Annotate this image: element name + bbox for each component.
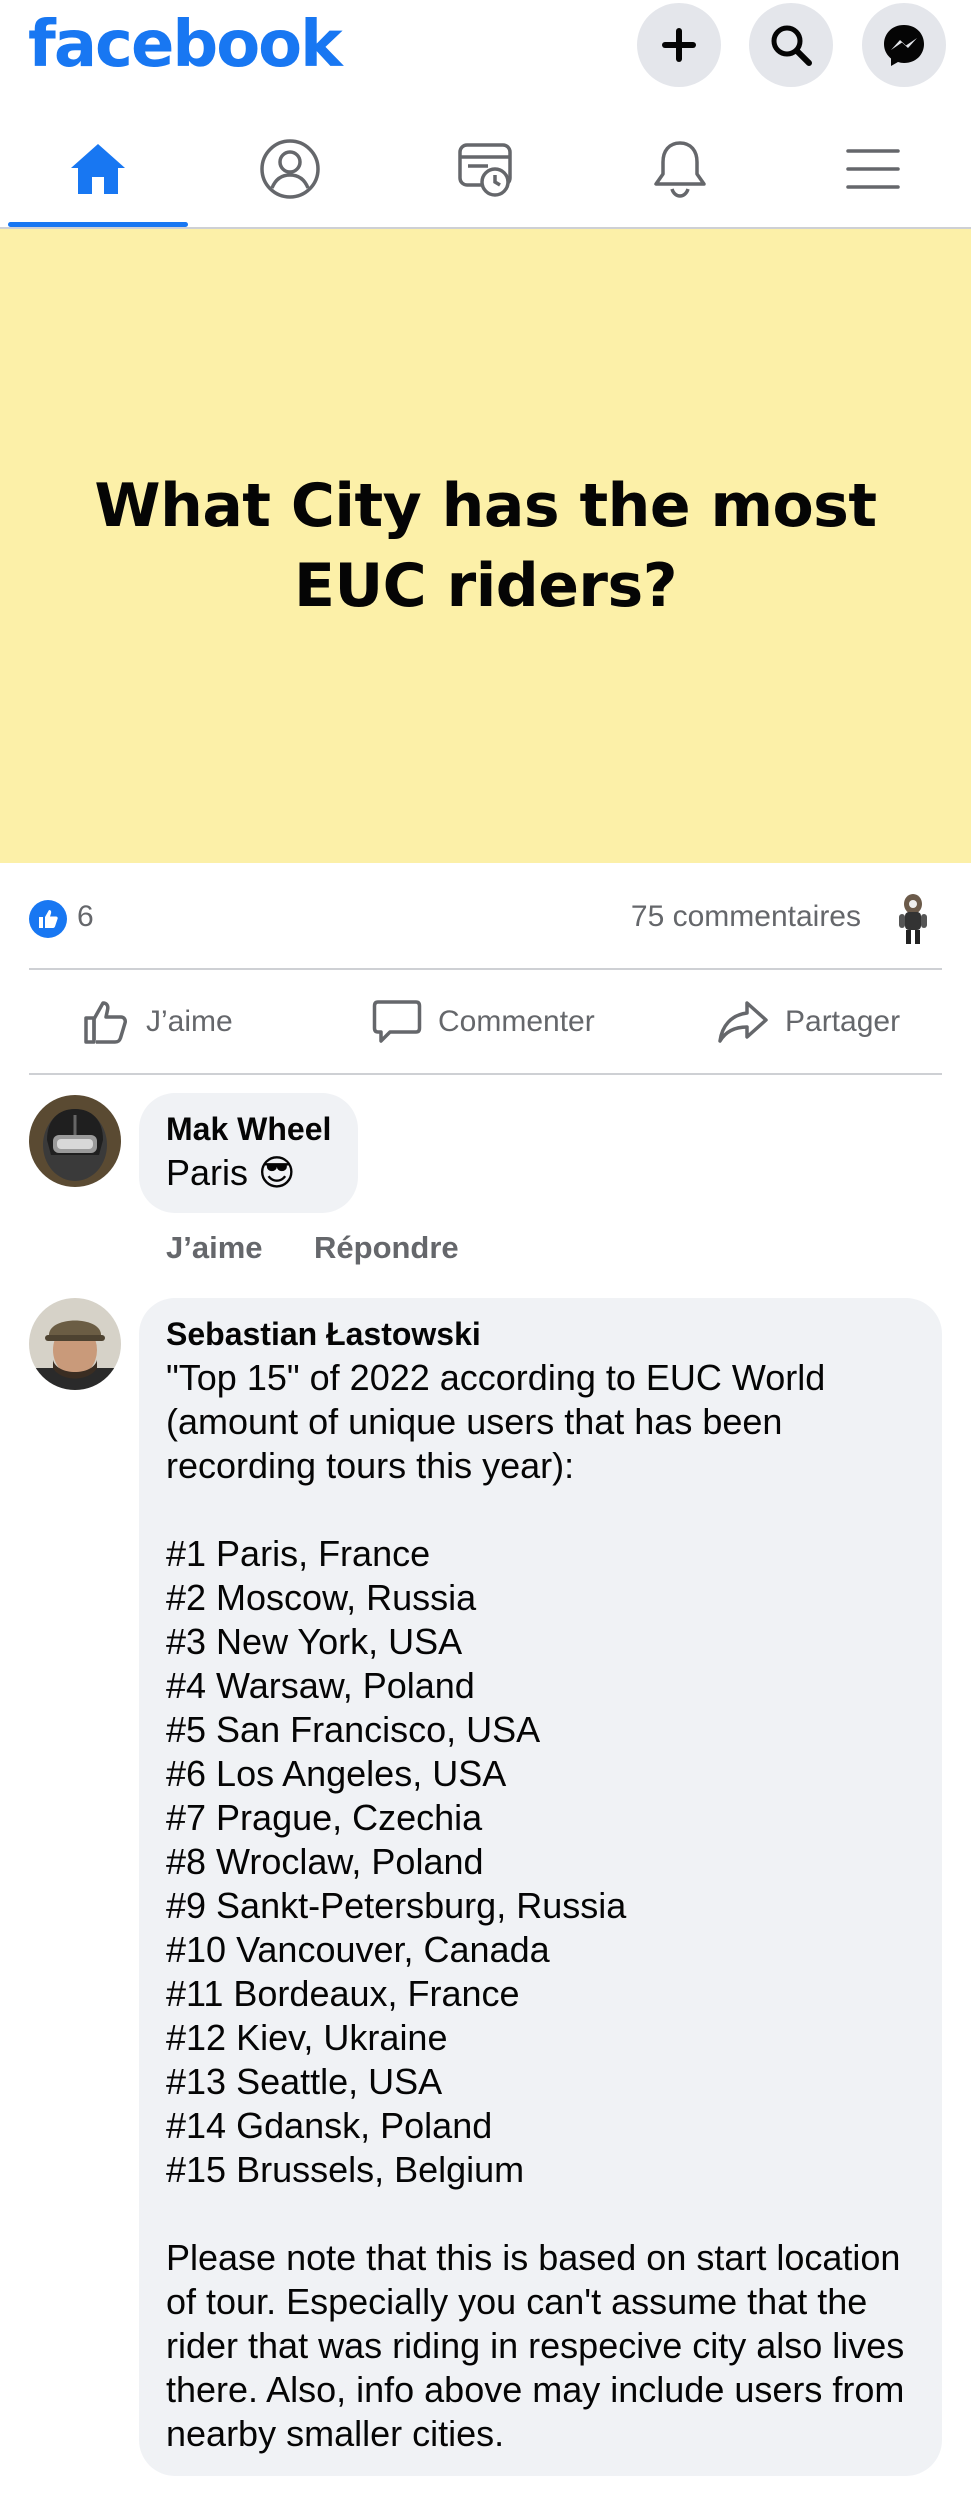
hamburger-menu-icon bbox=[846, 148, 900, 189]
bell-icon bbox=[654, 140, 706, 198]
share-icon bbox=[718, 1001, 768, 1043]
thumbs-up-icon bbox=[39, 910, 58, 928]
tab-memories[interactable] bbox=[396, 112, 576, 225]
comment-like-link[interactable]: J’aime bbox=[166, 1230, 263, 1266]
reactions-bar: 6 75 commentaires bbox=[0, 868, 971, 968]
top-bar: facebook bbox=[0, 0, 971, 92]
like-button[interactable]: J’aime bbox=[82, 970, 233, 1074]
thumbs-up-icon bbox=[84, 1001, 127, 1044]
comment-author[interactable]: Mak Wheel bbox=[166, 1111, 331, 1148]
tab-home[interactable] bbox=[8, 112, 188, 225]
comment-bubble[interactable]: Mak Wheel Paris 😎 bbox=[139, 1093, 358, 1213]
search-button[interactable] bbox=[749, 3, 833, 87]
post-text: What City has the most EUC riders? bbox=[94, 471, 877, 621]
home-icon bbox=[71, 143, 125, 194]
search-icon bbox=[771, 25, 812, 66]
share-button[interactable]: Partager bbox=[717, 970, 900, 1074]
commenter-avatar[interactable] bbox=[29, 1095, 121, 1187]
share-button-label: Partager bbox=[785, 1005, 901, 1038]
tab-menu[interactable] bbox=[783, 112, 963, 225]
comment-button-label: Commenter bbox=[438, 1005, 595, 1038]
comment-text: Paris 😎 bbox=[166, 1152, 296, 1193]
comment-icon bbox=[372, 1000, 422, 1043]
facebook-logo[interactable]: facebook bbox=[28, 8, 343, 82]
like-button-label: J’aime bbox=[146, 1005, 233, 1038]
create-button[interactable] bbox=[637, 3, 721, 87]
tab-notifications[interactable] bbox=[590, 112, 770, 225]
messenger-icon bbox=[884, 25, 924, 66]
comment-author[interactable]: Sebastian Łastowski bbox=[166, 1316, 481, 1353]
post-actions: J’aime Commenter Partager bbox=[0, 970, 971, 1074]
plus-icon bbox=[662, 28, 696, 62]
comment-text: "Top 15" of 2022 according to EUC World … bbox=[166, 1357, 905, 2454]
viewer-avatar[interactable] bbox=[893, 892, 933, 946]
comment-reply-link[interactable]: Répondre bbox=[314, 1230, 459, 1266]
profile-icon bbox=[260, 138, 320, 199]
comments-count[interactable]: 75 commentaires bbox=[631, 900, 861, 934]
like-count[interactable]: 6 bbox=[77, 900, 94, 934]
divider bbox=[29, 1073, 942, 1075]
memories-icon bbox=[458, 142, 512, 197]
like-reaction-icon[interactable] bbox=[29, 900, 67, 938]
commenter-avatar[interactable] bbox=[29, 1298, 121, 1390]
tab-bar bbox=[0, 112, 971, 229]
comment-bubble[interactable]: Sebastian Łastowski "Top 15" of 2022 acc… bbox=[139, 1298, 942, 2476]
active-tab-indicator bbox=[8, 222, 188, 227]
tab-profile[interactable] bbox=[200, 112, 380, 225]
messenger-button[interactable] bbox=[862, 3, 946, 87]
comment-button[interactable]: Commenter bbox=[372, 970, 595, 1074]
post-background: What City has the most EUC riders? bbox=[0, 229, 971, 863]
